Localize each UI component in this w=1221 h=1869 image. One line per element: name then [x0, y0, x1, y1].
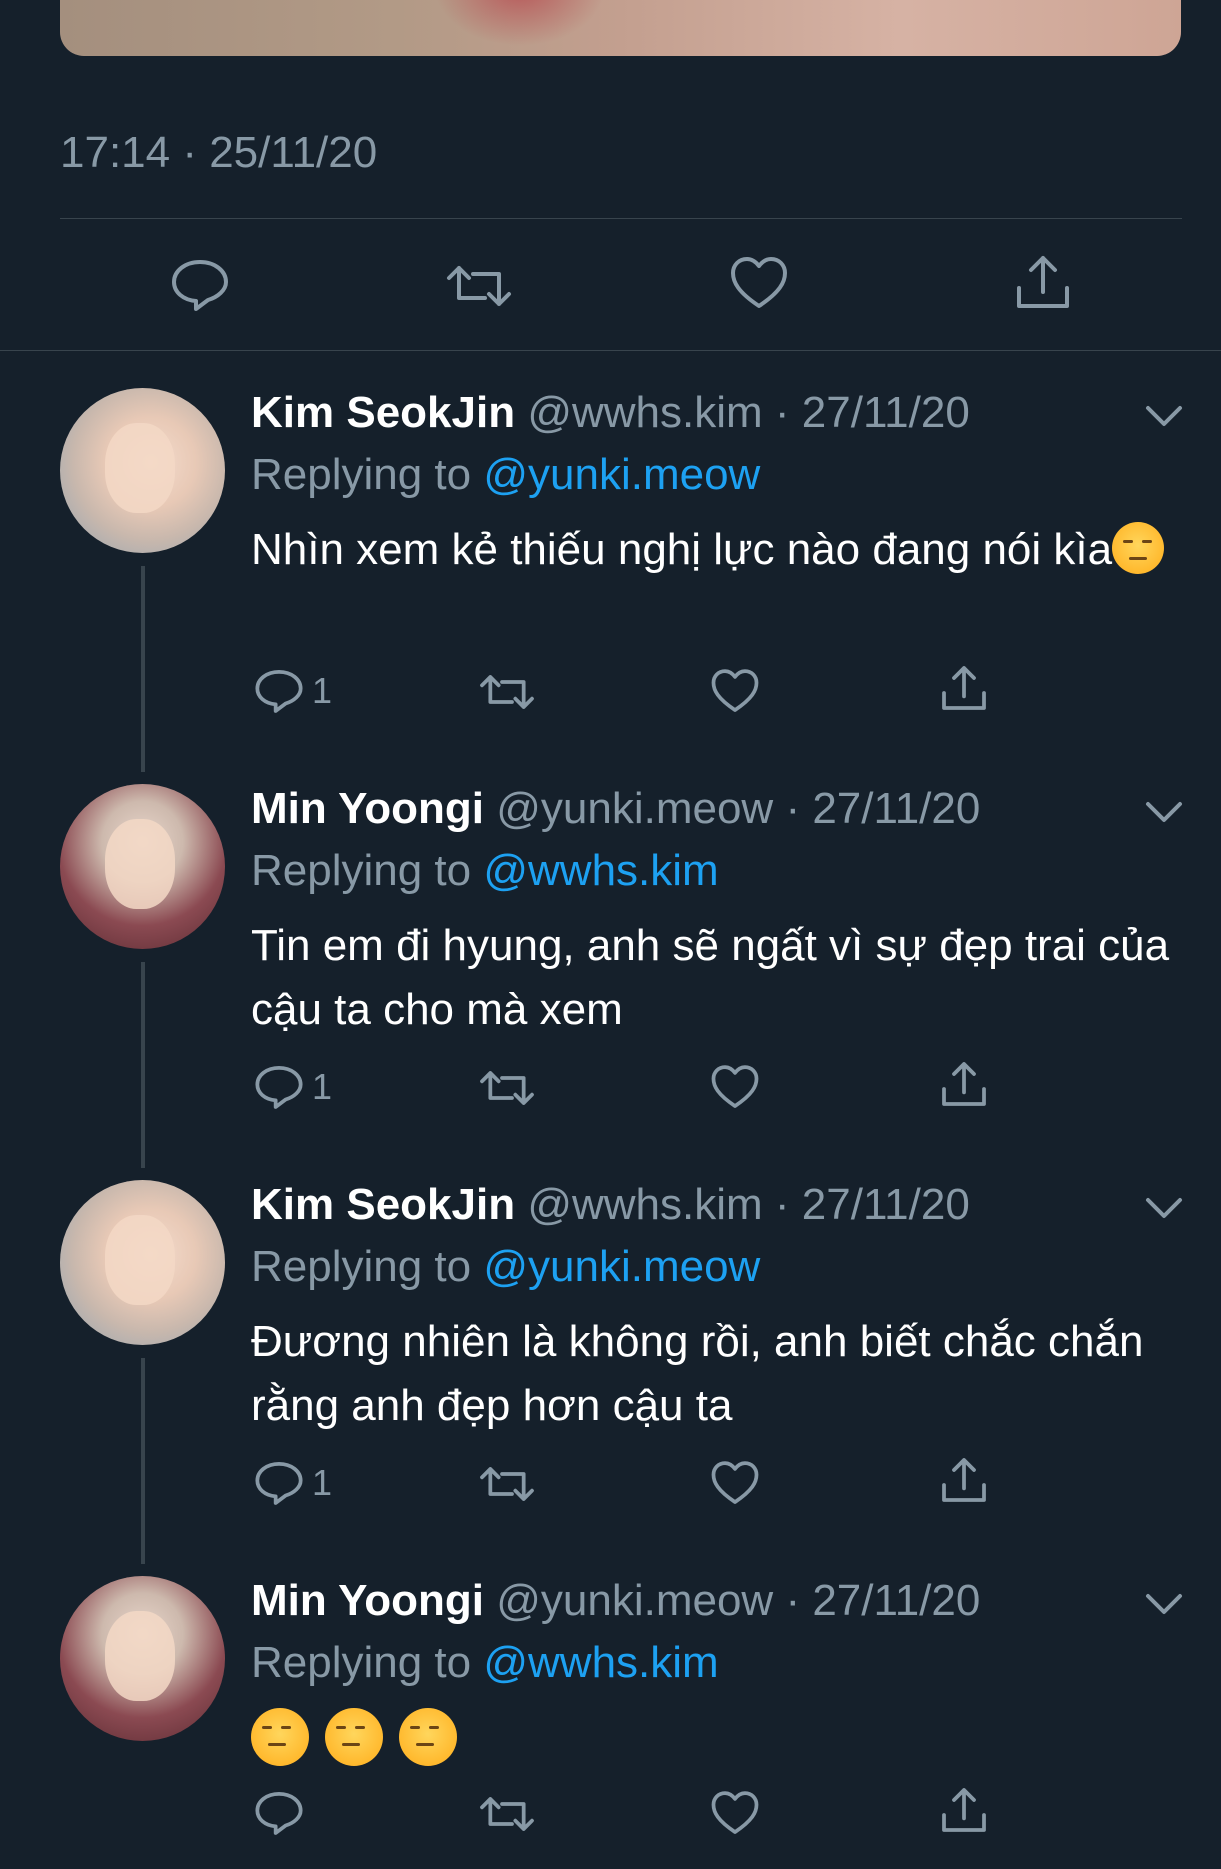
user-handle[interactable]: @wwhs.kim: [527, 388, 762, 437]
heart-icon: [711, 1461, 759, 1504]
tweet-media-image[interactable]: [60, 0, 1181, 56]
avatar[interactable]: [60, 388, 225, 553]
display-name[interactable]: Min Yoongi: [251, 784, 484, 833]
share-button[interactable]: [939, 1784, 989, 1836]
share-icon: [942, 1788, 986, 1832]
chevron-down-icon[interactable]: [1144, 404, 1184, 428]
tweet-actions: 1: [0, 1458, 1221, 1516]
heart-icon: [731, 257, 787, 308]
retweet-button[interactable]: [478, 1464, 536, 1504]
heart-icon: [711, 1065, 759, 1108]
retweet-button[interactable]: [478, 1794, 536, 1834]
replying-to: Replying to @yunki.meow: [251, 450, 760, 500]
avatar[interactable]: [60, 784, 225, 949]
replying-to: Replying to @wwhs.kim: [251, 1638, 719, 1688]
reply-button[interactable]: [254, 1790, 312, 1836]
tweet-actions: 1: [0, 1062, 1221, 1120]
tweet-timestamp: 17:14 · 25/11/20: [60, 128, 378, 177]
reply-count: 1: [312, 670, 333, 711]
share-icon: [1017, 256, 1069, 308]
reply-icon: [172, 260, 228, 311]
retweet-icon: [480, 1467, 534, 1501]
tweet-text: Nhìn xem kẻ thiếu nghị lực nào đang nói …: [251, 518, 1181, 582]
display-name[interactable]: Kim SeokJin: [251, 1180, 515, 1229]
tweet-text: [251, 1708, 1181, 1774]
reply-button[interactable]: [170, 258, 230, 312]
tweet-date: · 27/11/20: [785, 784, 981, 833]
share-button[interactable]: [939, 1058, 989, 1110]
heart-icon: [711, 1791, 759, 1834]
avatar[interactable]: [60, 1180, 225, 1345]
retweet-icon: [480, 1797, 534, 1831]
replying-label: Replying to: [251, 846, 484, 895]
retweet-button[interactable]: [478, 672, 536, 712]
reply-icon: [255, 1791, 303, 1835]
reply-button[interactable]: 1: [254, 668, 332, 714]
tweet-header: Kim SeokJin @wwhs.kim · 27/11/20: [251, 1180, 970, 1230]
replying-label: Replying to: [251, 1638, 484, 1687]
tweet-header: Kim SeokJin @wwhs.kim · 27/11/20: [251, 388, 970, 438]
user-handle[interactable]: @wwhs.kim: [527, 1180, 762, 1229]
like-button[interactable]: [711, 1460, 759, 1506]
share-icon: [942, 666, 986, 710]
reply-button[interactable]: 1: [254, 1064, 332, 1110]
avatar[interactable]: [60, 1576, 225, 1741]
share-icon: [942, 1458, 986, 1502]
heart-icon: [711, 669, 759, 712]
replying-to: Replying to @yunki.meow: [251, 1242, 760, 1292]
reply-icon: [255, 1461, 303, 1505]
tweet-actions: 1: [0, 666, 1221, 724]
tweet-header: Min Yoongi @yunki.meow · 27/11/20: [251, 784, 980, 834]
share-icon: [942, 1062, 986, 1106]
chevron-down-icon[interactable]: [1144, 800, 1184, 824]
retweet-icon: [480, 675, 534, 709]
tweet-text: Đương nhiên là không rồi, anh biết chắc …: [251, 1317, 1144, 1430]
tweet-date: · 27/11/20: [774, 1180, 970, 1229]
reply-button[interactable]: 1: [254, 1460, 332, 1506]
unamused-face-emoji: [251, 1708, 309, 1766]
retweet-icon: [447, 266, 511, 306]
like-button[interactable]: [711, 1790, 759, 1836]
unamused-face-emoji: [325, 1708, 383, 1766]
reply-icon: [255, 669, 303, 713]
retweet-icon: [480, 1071, 534, 1105]
like-button[interactable]: [711, 1064, 759, 1110]
share-button[interactable]: [939, 662, 989, 714]
mention-link[interactable]: @wwhs.kim: [483, 1638, 718, 1687]
main-tweet-actions: [0, 252, 1221, 316]
tweet-text-content: Nhìn xem kẻ thiếu nghị lực nào đang nói …: [251, 525, 1113, 574]
mention-link[interactable]: @yunki.meow: [483, 1242, 760, 1291]
like-button[interactable]: [711, 668, 759, 714]
retweet-button[interactable]: [478, 1068, 536, 1108]
reply-icon: [255, 1065, 303, 1109]
tweet-text: Tin em đi hyung, anh sẽ ngất vì sự đẹp t…: [251, 921, 1170, 1034]
user-handle[interactable]: @yunki.meow: [496, 1576, 773, 1625]
reply-count: 1: [312, 1066, 333, 1107]
smirking-face-emoji: [1112, 522, 1165, 574]
mention-link[interactable]: @wwhs.kim: [483, 846, 718, 895]
divider: [0, 350, 1221, 351]
share-button[interactable]: [1013, 252, 1073, 312]
replying-to: Replying to @wwhs.kim: [251, 846, 719, 896]
chevron-down-icon[interactable]: [1144, 1196, 1184, 1220]
divider: [60, 218, 1182, 219]
replying-label: Replying to: [251, 1242, 484, 1291]
mention-link[interactable]: @yunki.meow: [483, 450, 760, 499]
unamused-face-emoji: [399, 1708, 457, 1766]
chevron-down-icon[interactable]: [1144, 1592, 1184, 1616]
tweet-actions: [0, 1788, 1221, 1846]
replying-label: Replying to: [251, 450, 484, 499]
display-name[interactable]: Min Yoongi: [251, 1576, 484, 1625]
tweet-header: Min Yoongi @yunki.meow · 27/11/20: [251, 1576, 980, 1626]
user-handle[interactable]: @yunki.meow: [496, 784, 773, 833]
tweet-date: · 27/11/20: [785, 1576, 981, 1625]
tweet-date: · 27/11/20: [774, 388, 970, 437]
display-name[interactable]: Kim SeokJin: [251, 388, 515, 437]
reply-count: 1: [312, 1462, 333, 1503]
retweet-button[interactable]: [445, 262, 513, 310]
like-button[interactable]: [730, 256, 788, 310]
share-button[interactable]: [939, 1454, 989, 1506]
